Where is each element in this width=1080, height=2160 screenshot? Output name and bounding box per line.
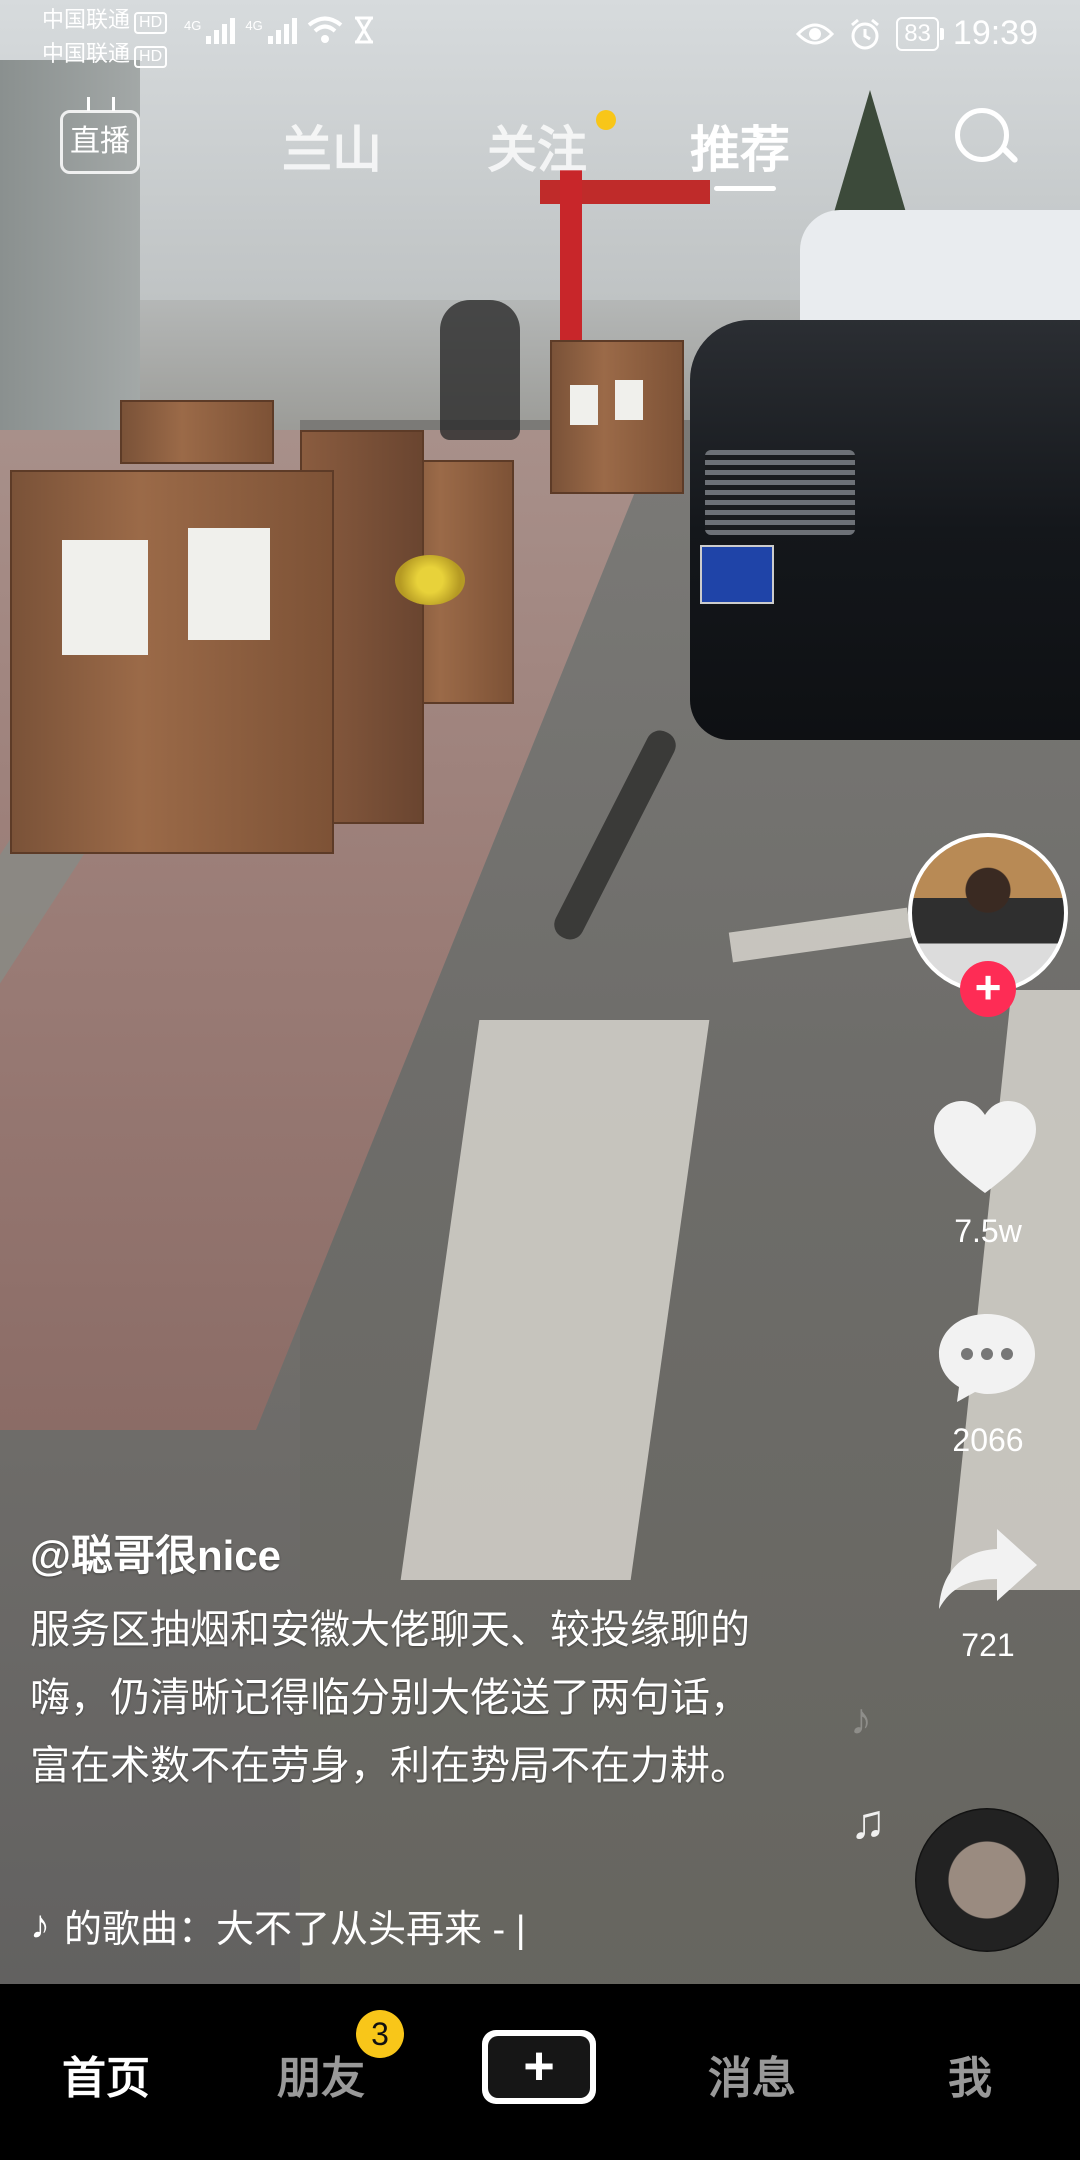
nav-home[interactable]: 首页	[62, 2042, 150, 2106]
nav-messages[interactable]: 消息	[708, 2042, 796, 2106]
clock-time: 19:39	[952, 14, 1038, 52]
video-people	[440, 300, 520, 440]
video-flowers	[395, 555, 465, 605]
tab-recommended[interactable]: 推荐	[690, 110, 790, 182]
hd-icon: HD	[134, 46, 168, 68]
status-bar: 中国联通 HD 中国联通 HD 4G 4G 83 19:39	[0, 0, 1080, 72]
video-planter	[120, 400, 274, 464]
wifi-icon	[307, 16, 342, 43]
tab-lanshan[interactable]: 兰山	[282, 110, 382, 182]
signal-icon: 4G	[184, 18, 236, 44]
video-sign	[62, 540, 148, 655]
comment-icon[interactable]	[935, 1310, 1039, 1404]
friends-badge: 3	[356, 2010, 404, 2058]
music-note-icon: ♫	[850, 1796, 886, 1849]
create-button[interactable]: +	[474, 2030, 604, 2104]
hd-icon: HD	[134, 12, 168, 34]
follow-plus-button[interactable]: +	[960, 961, 1016, 1017]
top-nav: 直播 兰山 关注 推荐	[0, 100, 1080, 191]
active-tab-indicator	[714, 186, 776, 191]
video-sign	[570, 385, 598, 425]
hourglass-icon	[354, 16, 373, 44]
author-handle[interactable]: @聪哥很nice	[30, 1522, 281, 1583]
share-count: 721	[961, 1627, 1015, 1663]
status-right: 83 19:39	[796, 14, 1038, 53]
plus-icon: +	[488, 2036, 590, 2098]
tab-following[interactable]: 关注	[487, 110, 587, 182]
nav-me[interactable]: 我	[948, 2042, 992, 2106]
tiktok-note-icon: ♪	[30, 1903, 50, 1947]
video-license-plate	[700, 545, 774, 604]
share-arrow-icon[interactable]	[935, 1525, 1041, 1615]
video-planter	[10, 470, 334, 854]
video-description: 服务区抽烟和安徽大佬聊天、较投缘聊的嗨，仍清晰记得临分别大佬送了两句话，富在术数…	[30, 1608, 750, 1788]
signal-group: 4G 4G	[184, 16, 375, 44]
comment-count: 2066	[952, 1422, 1024, 1458]
battery-icon: 83	[896, 16, 944, 51]
alarm-icon	[851, 18, 880, 49]
video-sign	[188, 528, 270, 640]
carrier-1: 中国联通 HD	[42, 6, 168, 34]
search-icon[interactable]	[955, 108, 1009, 162]
bottom-nav: 首页 朋友 3 + 消息 我	[0, 1984, 1080, 2160]
like-heart-icon[interactable]	[930, 1095, 1040, 1205]
live-button[interactable]: 直播	[60, 110, 140, 174]
like-count: 7.5w	[954, 1213, 1022, 1249]
eye-icon	[796, 23, 835, 44]
following-new-dot	[596, 110, 616, 130]
nav-friends[interactable]: 朋友	[277, 2042, 365, 2106]
music-note-faded-icon: ♪	[850, 1695, 872, 1744]
music-disc[interactable]	[915, 1808, 1059, 1952]
music-title: 的歌曲：大不了从头再来 - |	[64, 1909, 526, 1951]
signal-icon: 4G	[245, 18, 297, 44]
carrier-2: 中国联通 HD	[42, 40, 168, 68]
music-info[interactable]: ♪ 的歌曲：大不了从头再来 - |	[30, 1898, 526, 1953]
video-sign	[615, 380, 643, 420]
video-car-grille	[705, 450, 855, 535]
